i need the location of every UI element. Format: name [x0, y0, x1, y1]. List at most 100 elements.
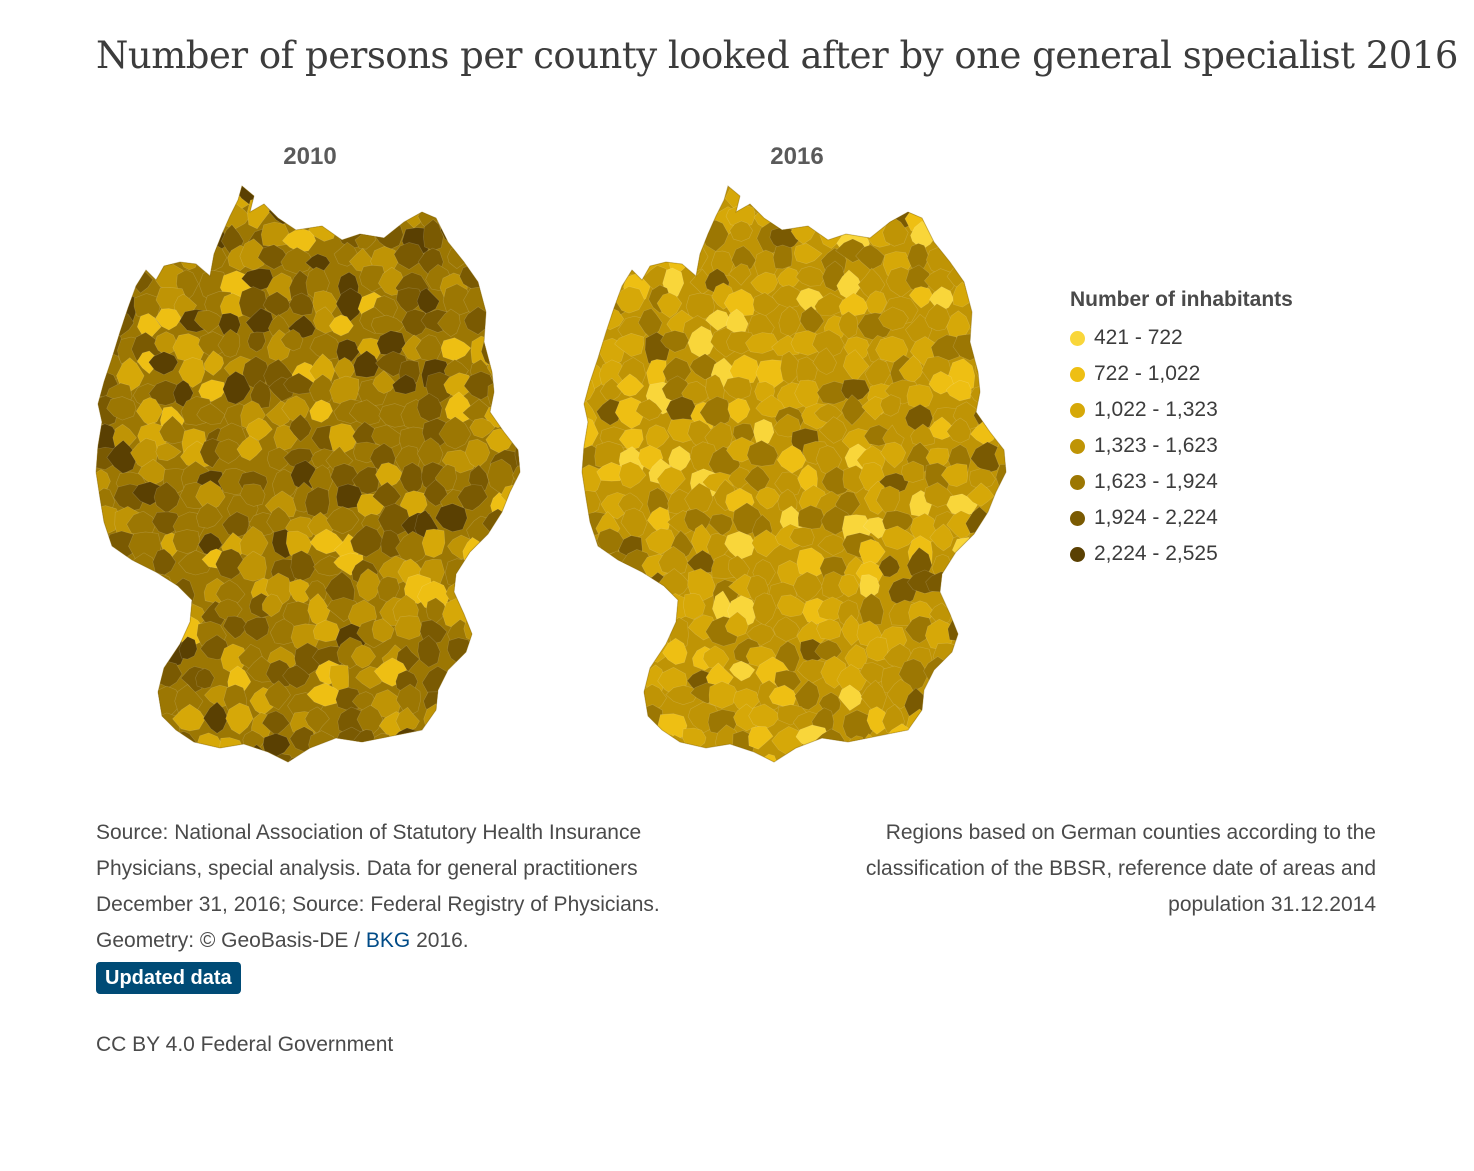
county-region[interactable]	[923, 193, 958, 228]
county-region[interactable]	[323, 182, 358, 201]
county-region[interactable]	[501, 575, 529, 605]
county-region[interactable]	[106, 554, 132, 586]
county-region[interactable]	[421, 528, 446, 558]
county-region[interactable]	[855, 753, 878, 773]
county-region[interactable]	[951, 644, 973, 666]
county-region[interactable]	[684, 196, 713, 234]
county-region[interactable]	[582, 292, 602, 316]
county-region[interactable]	[799, 747, 823, 772]
county-region[interactable]	[591, 734, 626, 761]
county-region[interactable]	[592, 589, 620, 618]
county-region[interactable]	[635, 204, 668, 233]
county-region[interactable]	[965, 657, 999, 683]
county-region[interactable]	[479, 198, 510, 228]
county-region[interactable]	[480, 733, 513, 758]
county-region[interactable]	[967, 732, 997, 763]
county-region[interactable]	[968, 223, 1003, 248]
county-region[interactable]	[137, 750, 164, 773]
county-region[interactable]	[93, 600, 116, 635]
county-region[interactable]	[927, 724, 962, 756]
county-region[interactable]	[137, 573, 168, 607]
county-region[interactable]	[950, 666, 976, 694]
county-region[interactable]	[129, 727, 155, 756]
county-region[interactable]	[999, 202, 1019, 233]
county-region[interactable]	[107, 579, 135, 602]
county-region[interactable]	[598, 639, 623, 663]
county-region[interactable]	[578, 574, 603, 600]
county-region[interactable]	[772, 244, 793, 270]
county-region[interactable]	[448, 195, 471, 228]
county-region[interactable]	[578, 221, 605, 250]
county-region[interactable]	[286, 755, 309, 772]
county-region[interactable]	[92, 555, 115, 585]
county-region[interactable]	[354, 200, 387, 230]
county-region[interactable]	[626, 637, 653, 662]
county-region[interactable]	[415, 184, 441, 212]
county-region[interactable]	[578, 753, 596, 772]
county-region[interactable]	[92, 571, 114, 595]
county-region[interactable]	[469, 248, 491, 273]
county-region[interactable]	[477, 710, 502, 737]
county-region[interactable]	[578, 560, 601, 586]
county-region[interactable]	[151, 200, 175, 230]
county-region[interactable]	[490, 524, 522, 551]
county-region[interactable]	[96, 753, 123, 773]
county-region[interactable]	[997, 221, 1019, 247]
county-region[interactable]	[838, 206, 859, 233]
county-region[interactable]	[988, 267, 1018, 299]
county-region[interactable]	[578, 666, 602, 689]
county-region[interactable]	[931, 221, 959, 243]
county-region[interactable]	[510, 219, 532, 244]
county-region[interactable]	[437, 756, 472, 772]
county-region[interactable]	[860, 182, 887, 205]
county-region[interactable]	[151, 590, 181, 621]
county-region[interactable]	[103, 595, 127, 621]
county-region[interactable]	[195, 756, 228, 772]
county-region[interactable]	[93, 643, 116, 668]
county-region[interactable]	[457, 203, 490, 229]
county-region[interactable]	[504, 755, 532, 772]
county-region[interactable]	[394, 615, 423, 640]
county-region[interactable]	[820, 757, 847, 773]
county-region[interactable]	[725, 749, 751, 773]
county-region[interactable]	[456, 224, 482, 251]
county-region[interactable]	[971, 548, 998, 579]
county-region[interactable]	[994, 569, 1018, 592]
county-region[interactable]	[326, 751, 355, 772]
county-region[interactable]	[835, 753, 861, 772]
county-region[interactable]	[578, 614, 607, 644]
germany-map-2016[interactable]	[578, 182, 1018, 772]
county-region[interactable]	[613, 580, 642, 604]
county-region[interactable]	[397, 746, 419, 772]
county-region[interactable]	[682, 727, 707, 752]
county-region[interactable]	[794, 199, 821, 222]
county-region[interactable]	[578, 182, 604, 207]
county-region[interactable]	[105, 730, 136, 760]
county-region[interactable]	[617, 224, 647, 251]
county-region[interactable]	[578, 680, 603, 709]
county-region[interactable]	[992, 726, 1019, 755]
county-region[interactable]	[969, 314, 997, 344]
county-region[interactable]	[621, 622, 657, 655]
county-region[interactable]	[132, 613, 161, 640]
county-region[interactable]	[767, 184, 795, 219]
county-region[interactable]	[578, 240, 604, 269]
county-region[interactable]	[977, 706, 1005, 739]
bkg-link[interactable]: BKG	[366, 929, 410, 952]
county-region[interactable]	[509, 708, 532, 733]
county-region[interactable]	[991, 507, 1018, 533]
county-region[interactable]	[997, 287, 1018, 307]
county-region[interactable]	[463, 731, 496, 758]
county-region[interactable]	[281, 201, 310, 227]
county-region[interactable]	[578, 259, 600, 289]
county-region[interactable]	[952, 571, 978, 595]
county-region[interactable]	[459, 710, 487, 747]
county-region[interactable]	[156, 182, 191, 209]
county-region[interactable]	[661, 184, 687, 215]
county-region[interactable]	[658, 749, 688, 773]
county-region[interactable]	[612, 205, 644, 230]
county-region[interactable]	[423, 703, 452, 736]
county-region[interactable]	[117, 751, 140, 772]
county-region[interactable]	[928, 703, 955, 728]
county-region[interactable]	[489, 315, 518, 341]
